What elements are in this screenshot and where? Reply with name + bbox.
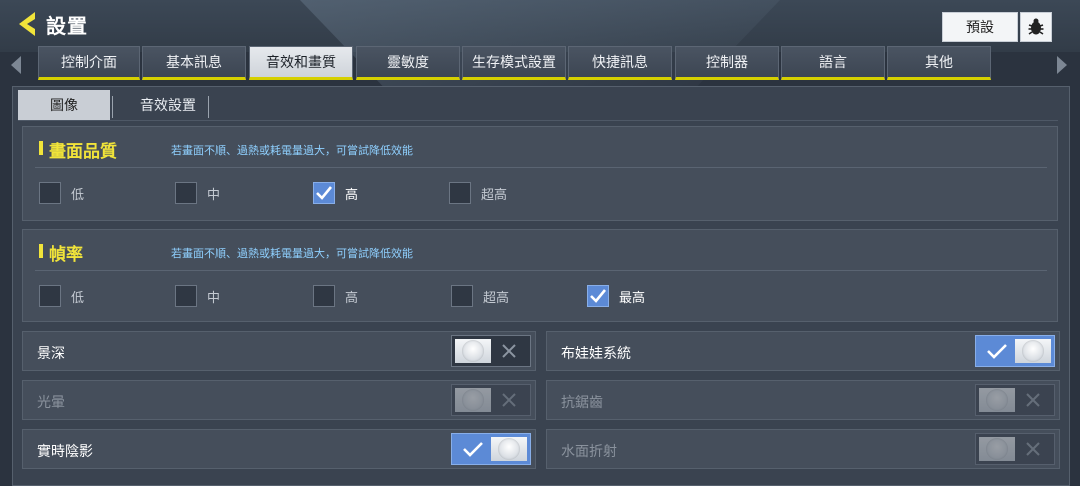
checkmark-icon [979,339,1015,363]
checkmark-icon [455,437,491,461]
option-label: 中 [207,187,221,203]
sub-tab-bar: 圖像 音效設置 [18,90,218,120]
toggle-knob [979,437,1015,461]
main-tab-bar: 控制介面 基本訊息 音效和畫質 靈敏度 生存模式設置 快捷訊息 控制器 語言 其… [0,46,1080,84]
quality-option-low[interactable]: 低 [39,181,84,205]
section-divider [35,270,1047,271]
bug-icon[interactable] [1020,12,1052,42]
close-icon [491,339,527,363]
back-arrow-icon[interactable] [14,9,44,39]
tab-other[interactable]: 其他 [887,46,991,80]
subtab-divider [112,96,113,118]
close-icon [491,388,527,412]
realtime-shadow-row: 實時陰影 [22,429,536,469]
preset-button[interactable]: 預設 [942,12,1018,42]
quality-option-medium[interactable]: 中 [175,181,220,205]
framerate-option-ultra[interactable]: 超高 [451,284,509,308]
option-label: 最高 [619,290,646,306]
section-marker [39,141,43,155]
toggle-label: 抗鋸齒 [561,395,603,411]
checkbox[interactable] [39,285,61,307]
toggle-label: 水面折射 [561,444,617,460]
framerate-option-high[interactable]: 高 [313,284,358,308]
water-refraction-toggle[interactable] [975,433,1055,465]
checkmark-icon [590,289,607,303]
ragdoll-system-row: 布娃娃系統 [546,331,1060,371]
section-title: 幀率 [49,245,83,265]
tab-scroll-right-icon[interactable] [1054,55,1070,75]
option-label: 高 [345,187,359,203]
tab-quick-messages[interactable]: 快捷訊息 [568,46,672,80]
ragdoll-system-toggle[interactable] [975,335,1055,367]
toggle-knob [455,388,491,412]
tab-scroll-left-icon[interactable] [8,55,24,75]
toggle-label: 實時陰影 [37,444,93,460]
tab-survival-mode[interactable]: 生存模式設置 [462,46,566,80]
bloom-row: 光暈 [22,380,536,420]
framerate-option-max[interactable]: 最高 [587,284,645,308]
checkbox[interactable] [175,285,197,307]
checkbox[interactable] [175,182,197,204]
section-hint: 若畫面不順、過熱或耗電量過大，可嘗試降低效能 [171,144,413,157]
tab-controller[interactable]: 控制器 [675,46,779,80]
option-label: 低 [71,187,85,203]
option-label: 中 [207,290,221,306]
toggle-knob [491,437,527,461]
option-label: 超高 [481,187,508,203]
close-icon [1015,437,1051,461]
tab-sensitivity[interactable]: 靈敏度 [356,46,460,80]
checkbox-checked[interactable] [313,182,335,204]
section-marker [39,244,43,258]
option-label: 低 [71,290,85,306]
section-divider [35,167,1047,168]
toggle-knob [455,339,491,363]
close-icon [1015,388,1051,412]
subtab-graphics[interactable]: 圖像 [18,90,110,120]
anti-aliasing-toggle[interactable] [975,384,1055,416]
subtab-audio-settings[interactable]: 音效設置 [118,90,218,120]
checkmark-icon [316,186,333,200]
graphics-quality-section: 畫面品質 若畫面不順、過熱或耗電量過大，可嘗試降低效能 低 中 高 超高 [22,126,1058,221]
section-hint: 若畫面不順、過熱或耗電量過大，可嘗試降低效能 [171,247,413,260]
tab-language[interactable]: 語言 [781,46,885,80]
quality-option-ultra[interactable]: 超高 [449,181,507,205]
quality-option-high[interactable]: 高 [313,181,358,205]
subtab-divider [208,96,209,118]
checkbox[interactable] [449,182,471,204]
anti-aliasing-row: 抗鋸齒 [546,380,1060,420]
framerate-option-low[interactable]: 低 [39,284,84,308]
toggle-label: 光暈 [37,395,65,411]
checkbox[interactable] [313,285,335,307]
option-label: 高 [345,290,359,306]
tab-control-interface[interactable]: 控制介面 [38,46,140,80]
toggle-knob [979,388,1015,412]
option-label: 超高 [483,290,510,306]
tab-audio-graphics[interactable]: 音效和畫質 [249,46,353,80]
toggle-label: 布娃娃系統 [561,346,631,362]
checkbox[interactable] [39,182,61,204]
section-title: 畫面品質 [49,142,117,162]
water-refraction-row: 水面折射 [546,429,1060,469]
depth-of-field-row: 景深 [22,331,536,371]
checkbox-checked[interactable] [587,285,609,307]
framerate-option-medium[interactable]: 中 [175,284,220,308]
toggle-knob [1015,339,1051,363]
checkbox[interactable] [451,285,473,307]
tab-basic-info[interactable]: 基本訊息 [142,46,246,80]
depth-of-field-toggle[interactable] [451,335,531,367]
toggle-label: 景深 [37,346,65,362]
frame-rate-section: 幀率 若畫面不順、過熱或耗電量過大，可嘗試降低效能 低 中 高 超高 最高 [22,229,1058,322]
bloom-toggle[interactable] [451,384,531,416]
subtab-underline [18,120,1058,121]
realtime-shadow-toggle[interactable] [451,433,531,465]
page-title: 設置 [46,14,88,38]
